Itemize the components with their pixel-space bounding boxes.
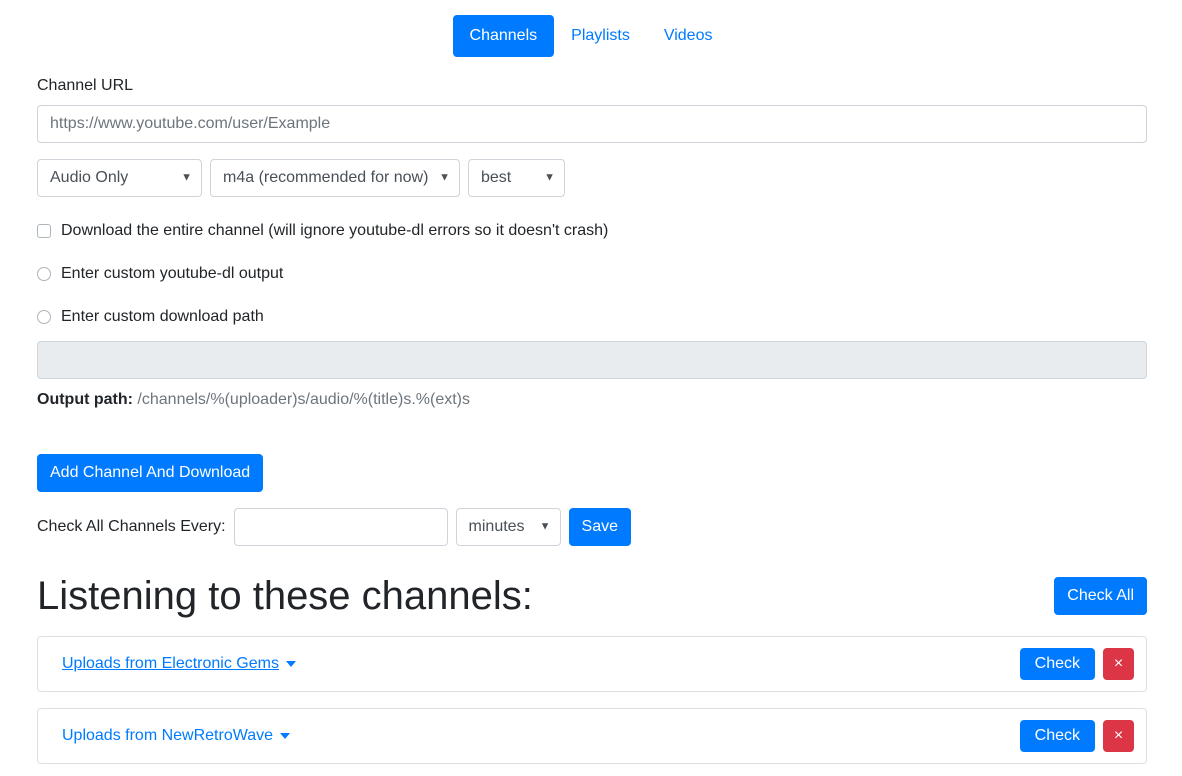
- media-type-value: Audio Only: [50, 169, 129, 186]
- tab-playlists[interactable]: Playlists: [554, 15, 647, 57]
- chevron-down-icon: ▼: [539, 520, 551, 533]
- chevron-down-icon: ▼: [544, 171, 555, 184]
- remove-channel-button[interactable]: ×: [1103, 720, 1134, 752]
- check-interval-row: Check All Channels Every: minutes ▼ Save: [37, 508, 1147, 546]
- entire-channel-label[interactable]: Download the entire channel (will ignore…: [61, 219, 608, 243]
- interval-unit-select[interactable]: minutes ▼: [455, 508, 561, 546]
- format-value: m4a (recommended for now): [223, 169, 429, 186]
- output-path-value: /channels/%(uploader)s/audio/%(title)s.%…: [137, 391, 471, 408]
- channel-list-item: Uploads from NewRetroWave Check ×: [37, 708, 1147, 764]
- custom-value-input: [37, 341, 1147, 379]
- channel-url-label: Channel URL: [37, 77, 134, 94]
- custom-path-label[interactable]: Enter custom download path: [61, 305, 264, 329]
- custom-output-row[interactable]: Enter custom youtube-dl output: [37, 262, 1147, 286]
- caret-down-icon: [285, 661, 296, 667]
- entire-channel-row[interactable]: Download the entire channel (will ignore…: [37, 219, 1147, 243]
- save-interval-button[interactable]: Save: [568, 508, 631, 546]
- check-channel-button[interactable]: Check: [1019, 720, 1095, 752]
- media-type-select[interactable]: Audio Only ▼: [37, 159, 202, 197]
- interval-unit-value: minutes: [468, 518, 525, 535]
- custom-value-wrap: [37, 341, 1147, 379]
- caret-down-icon: [280, 733, 291, 739]
- format-select[interactable]: m4a (recommended for now) ▼: [210, 159, 460, 197]
- tab-videos[interactable]: Videos: [647, 15, 730, 57]
- quality-value: best: [481, 169, 512, 186]
- output-path-display: Output path: /channels/%(uploader)s/audi…: [37, 388, 1147, 412]
- custom-path-row[interactable]: Enter custom download path: [37, 305, 1147, 329]
- entire-channel-checkbox[interactable]: [37, 224, 51, 238]
- check-interval-label: Check All Channels Every:: [37, 518, 226, 535]
- channel-link[interactable]: Uploads from NewRetroWave: [62, 724, 291, 748]
- check-channel-button[interactable]: Check: [1019, 648, 1095, 680]
- chevron-down-icon: ▼: [181, 171, 192, 184]
- chevron-down-icon: ▼: [439, 171, 450, 184]
- channel-url-input[interactable]: [37, 105, 1147, 143]
- output-path-label: Output path:: [37, 391, 133, 408]
- channel-name: Uploads from NewRetroWave: [62, 727, 274, 744]
- main-tab-bar: Channels Playlists Videos: [0, 15, 1182, 57]
- channel-actions: Check ×: [1019, 648, 1134, 680]
- channel-list-item: Uploads from Electronic Gems Check ×: [37, 636, 1147, 692]
- add-channel-download-button[interactable]: Add Channel And Download: [37, 454, 264, 492]
- tab-channels[interactable]: Channels: [452, 15, 555, 57]
- custom-output-radio[interactable]: [37, 267, 51, 281]
- app-root: Channels Playlists Videos Channel URL Au…: [0, 0, 1182, 776]
- download-options-row: Audio Only ▼ m4a (recommended for now) ▼…: [37, 159, 1147, 197]
- add-button-wrap: Add Channel And Download: [37, 454, 1147, 492]
- channel-link[interactable]: Uploads from Electronic Gems: [62, 652, 296, 676]
- custom-path-radio[interactable]: [37, 310, 51, 324]
- check-interval-input[interactable]: [233, 508, 448, 546]
- listening-header: Listening to these channels: Check All: [37, 572, 1147, 620]
- quality-select[interactable]: best ▼: [468, 159, 565, 197]
- page-title: Listening to these channels:: [37, 574, 533, 618]
- check-all-button[interactable]: Check All: [1054, 577, 1147, 615]
- channel-form-container: Channel URL Audio Only ▼ m4a (recommende…: [37, 74, 1147, 776]
- remove-channel-button[interactable]: ×: [1103, 648, 1134, 680]
- channel-name: Uploads from Electronic Gems: [62, 655, 279, 672]
- channel-actions: Check ×: [1019, 720, 1134, 752]
- custom-output-label[interactable]: Enter custom youtube-dl output: [61, 262, 283, 286]
